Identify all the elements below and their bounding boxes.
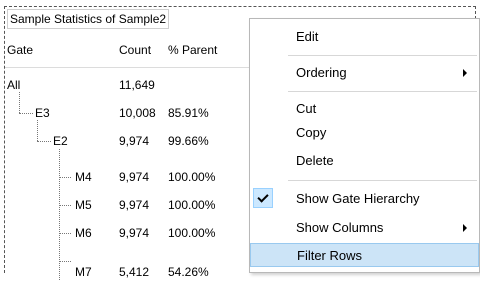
count-value: 11,649 [119,78,155,92]
count-value: 9,974 [119,134,150,148]
context-menu: Edit Ordering Cut Copy Delete Show Gate … [249,18,480,273]
table-row[interactable]: All 11,649 [5,78,265,106]
parent-percent: 100.00% [168,226,216,240]
tree-connector [59,261,71,262]
gate-name: M4 [75,170,92,184]
menu-item-cut[interactable]: Cut [250,97,479,121]
panel-title: Sample Statistics of Sample2 [7,9,170,29]
menu-item-ordering[interactable]: Ordering [250,61,479,85]
table-row[interactable]: M4 9,974 100.00% [5,170,265,198]
column-header-gate[interactable]: Gate [7,43,33,57]
menu-item-label: Show Gate Hierarchy [296,191,420,206]
column-header-count[interactable]: Count [119,43,151,57]
parent-percent: 85.91% [168,106,209,120]
count-value: 9,974 [119,170,150,184]
column-header-parent[interactable]: % Parent [168,43,217,57]
table-row[interactable]: E2 9,974 99.66% [5,134,265,162]
menu-item-copy[interactable]: Copy [250,121,479,145]
menu-item-show-columns[interactable]: Show Columns [250,216,479,240]
gate-name: E2 [53,134,68,148]
gate-name: E3 [35,106,50,120]
count-value: 10,008 [119,106,156,120]
count-value: 9,974 [119,198,150,212]
submenu-arrow-icon [463,69,467,77]
menu-item-show-gate-hierarchy[interactable]: Show Gate Hierarchy [250,187,479,211]
gate-name: M7 [75,265,92,279]
gate-name: M6 [75,226,92,240]
menu-item-label: Edit [296,29,319,44]
menu-item-label: Copy [296,125,327,140]
menu-item-filter-rows[interactable]: Filter Rows [250,243,479,267]
table-row[interactable]: M6 9,974 100.00% [5,226,265,254]
parent-percent: 54.26% [168,265,209,279]
menu-item-label: Delete [296,153,334,168]
gate-name: All [7,78,21,92]
parent-percent: 100.00% [168,198,216,212]
table-row[interactable]: M7 5,412 54.26% [5,265,265,293]
menu-separator [288,91,477,92]
menu-item-label: Filter Rows [297,248,363,263]
menu-item-delete[interactable]: Delete [250,149,479,173]
parent-percent: 100.00% [168,170,216,184]
menu-item-label: Show Columns [296,220,384,235]
menu-separator [288,55,477,56]
menu-item-label: Ordering [296,65,347,80]
menu-separator [288,180,477,181]
gate-name: M5 [75,198,92,212]
table-row[interactable]: E3 10,008 85.91% [5,106,265,134]
parent-percent: 99.66% [168,134,209,148]
table-row[interactable]: M5 9,974 100.00% [5,198,265,226]
header-divider [5,67,255,68]
menu-item-edit[interactable]: Edit [250,25,479,49]
menu-item-label: Cut [296,101,317,116]
checkmark-icon [253,188,273,208]
count-value: 9,974 [119,226,150,240]
submenu-arrow-icon [463,224,467,232]
count-value: 5,412 [119,265,150,279]
